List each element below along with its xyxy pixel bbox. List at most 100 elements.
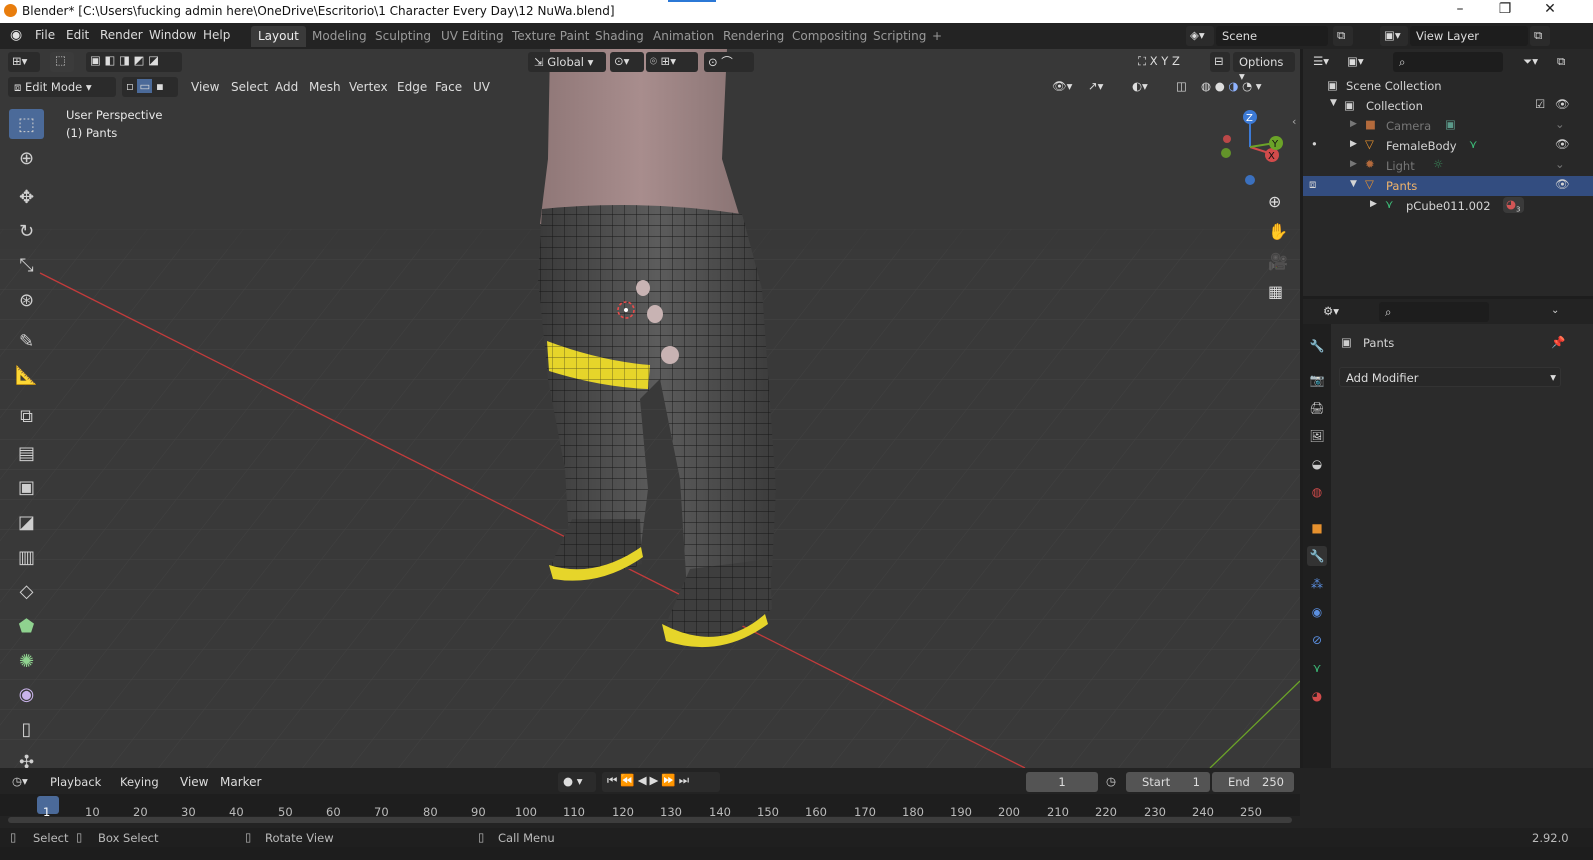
menu-uv[interactable]: UV <box>473 80 490 94</box>
record-icon[interactable]: ● ▾ <box>558 772 596 792</box>
timeline[interactable]: ◷▾ Playback ▾ Keying ▾ View Marker ● ▾ ⏮… <box>0 768 1300 828</box>
physics-tab-icon[interactable]: ◉ <box>1307 602 1327 622</box>
menu-add[interactable]: Add <box>275 80 298 94</box>
tab-compositing[interactable]: Compositing <box>785 26 874 47</box>
tab-modeling[interactable]: Modeling <box>305 26 374 47</box>
menu-edge[interactable]: Edge <box>397 80 427 94</box>
material-tab-icon[interactable]: ◕ <box>1307 686 1327 706</box>
tab-shading[interactable]: Shading <box>588 26 651 47</box>
playback-menu[interactable]: Playback ▾ <box>44 772 112 803</box>
visibility-icon[interactable]: 👁▾ <box>1048 77 1080 97</box>
start-frame-field[interactable]: Start 1 <box>1126 772 1210 792</box>
outliner-row-camera[interactable]: ▶ ■ Camera ▣ ⌄ <box>1303 116 1593 136</box>
knife-tool-icon[interactable]: ◇ <box>9 576 44 606</box>
new-scene-icon[interactable]: ⧉ <box>1333 26 1353 46</box>
outliner-row-light[interactable]: ▶ ✹ Light ☼ ⌄ <box>1303 156 1593 176</box>
new-collection-icon[interactable]: ⧉ <box>1553 52 1573 72</box>
poly-build-tool-icon[interactable]: ⬟ <box>9 611 44 641</box>
zoom-icon[interactable]: ⊕ <box>1268 192 1281 211</box>
select-mode-icon[interactable]: ⬚ <box>50 52 74 72</box>
properties-options-icon[interactable]: ⌄ <box>1551 305 1559 316</box>
playback-controls[interactable]: ⏮⏪◀▶⏩⏭ <box>602 772 720 792</box>
tab-rendering[interactable]: Rendering <box>716 26 791 47</box>
pan-hand-icon[interactable]: ✋ <box>1268 222 1288 241</box>
add-cube-tool-icon[interactable]: ⧉ <box>9 401 44 431</box>
expand-arrow-icon[interactable]: ▼ <box>1350 179 1357 189</box>
shading-mode-buttons[interactable]: ◍ ● ◑ ◔ ▾ <box>1197 77 1295 97</box>
timeline-view-menu[interactable]: View <box>180 775 208 789</box>
view-layer-field[interactable]: View Layer <box>1410 26 1528 46</box>
menu-select[interactable]: Select <box>231 80 268 94</box>
constraints-tab-icon[interactable]: ⊘ <box>1307 630 1327 650</box>
overlays-icon[interactable]: ◐▾ <box>1128 77 1168 97</box>
blender-menu-icon[interactable]: ◉ <box>10 27 22 43</box>
checkbox-icon[interactable]: ☑ <box>1535 97 1545 111</box>
bevel-tool-icon[interactable]: ◪ <box>9 507 44 537</box>
view-layer-selector-icon[interactable]: ▣▾ <box>1380 26 1408 46</box>
outliner-row-scene-collection[interactable]: ▣ Scene Collection <box>1303 76 1593 96</box>
select-mode-buttons[interactable]: ▫ ▭ ▪ <box>122 77 178 97</box>
scene-name-field[interactable]: Scene <box>1216 26 1328 46</box>
add-modifier-dropdown[interactable]: Add Modifier ▾ <box>1339 367 1561 387</box>
selection-mode-toggle[interactable]: ▣ ◧ ◨ ◩ ◪ <box>86 52 182 72</box>
smooth-tool-icon[interactable]: ◉ <box>9 679 44 709</box>
rotate-tool-icon[interactable]: ↻ <box>9 216 44 246</box>
eye-icon[interactable]: 👁 <box>1555 177 1570 191</box>
particles-tab-icon[interactable]: ⁂ <box>1307 574 1327 594</box>
pin-icon[interactable]: 📌 <box>1551 335 1565 349</box>
world-tab-icon[interactable]: ◍ <box>1307 482 1327 502</box>
tab-uv-editing[interactable]: UV Editing <box>434 26 511 47</box>
keying-menu[interactable]: Keying ▾ <box>114 772 170 803</box>
mirror-axis-toggles[interactable]: ⛶ X Y Z <box>1134 52 1206 72</box>
select-box-tool-icon[interactable]: ⬚ <box>9 109 44 139</box>
object-tab-icon[interactable]: ■ <box>1307 518 1327 538</box>
menu-face[interactable]: Face <box>435 80 462 94</box>
menu-window[interactable]: Window <box>149 28 196 42</box>
menu-render[interactable]: Render <box>100 28 143 42</box>
options-dropdown[interactable]: Options ▾ <box>1233 52 1295 83</box>
hidden-eye-icon[interactable]: ⌄ <box>1555 157 1565 171</box>
proportional-edit-icon[interactable]: ⊙ ⌒ <box>704 52 754 72</box>
scale-tool-icon[interactable]: ⤡ <box>9 250 44 280</box>
eye-icon[interactable]: 👁 <box>1555 97 1570 111</box>
gizmo-toggle-icon[interactable]: ↗▾ <box>1084 77 1120 97</box>
data-tab-icon[interactable]: ⋎ <box>1307 658 1327 678</box>
end-frame-field[interactable]: End 250 <box>1212 772 1294 792</box>
outliner-search-input[interactable]: ⌕ <box>1393 52 1503 72</box>
transform-orientation-dropdown[interactable]: ⇲ Global ▾ <box>528 52 606 72</box>
close-icon[interactable]: ✕ <box>1532 1 1568 17</box>
expand-arrow-icon[interactable]: ▶ <box>1350 139 1357 149</box>
hidden-eye-icon[interactable]: ⌄ <box>1555 117 1565 131</box>
timeline-editor-type-icon[interactable]: ◷▾ <box>8 772 40 792</box>
xray-icon[interactable]: ◫ <box>1172 77 1192 97</box>
annotate-tool-icon[interactable]: ✎ <box>9 326 44 356</box>
outliner-row-pants[interactable]: ⧈ ▼ ▽ Pants 👁 <box>1303 176 1593 196</box>
loop-cut-tool-icon[interactable]: ▥ <box>9 542 44 572</box>
camera-view-icon[interactable]: 🎥 <box>1268 252 1288 271</box>
move-tool-icon[interactable]: ✥ <box>9 182 44 212</box>
tool-tab-icon[interactable]: 🔧 <box>1307 336 1327 356</box>
tab-layout[interactable]: Layout <box>251 26 306 47</box>
outliner-row-pcube[interactable]: ▶ ⋎ pCube011.002 ◕3 <box>1303 196 1593 216</box>
output-tab-icon[interactable]: 🖨 <box>1307 398 1327 418</box>
menu-file[interactable]: File <box>35 28 55 42</box>
filter-icon[interactable]: ⏷▾ <box>1519 52 1549 72</box>
outliner-editor-type-icon[interactable]: ☰▾ <box>1309 52 1339 72</box>
perspective-toggle-icon[interactable]: ▦ <box>1268 282 1283 301</box>
add-workspace-button[interactable]: + <box>925 26 949 47</box>
sidebar-toggle-icon[interactable]: ‹ <box>1292 115 1296 128</box>
editor-type-icon[interactable]: ⊞▾ <box>8 52 40 72</box>
modifier-tab-icon[interactable]: 🔧 <box>1307 546 1327 566</box>
new-view-layer-icon[interactable]: ⧉ <box>1530 26 1550 46</box>
restore-icon[interactable]: ❐ <box>1487 1 1523 17</box>
tab-sculpting[interactable]: Sculpting <box>368 26 438 47</box>
render-tab-icon[interactable]: 📷 <box>1307 370 1327 390</box>
shrink-fatten-tool-icon[interactable]: ✣ <box>9 747 44 769</box>
inset-tool-icon[interactable]: ▣ <box>9 472 44 502</box>
minimize-icon[interactable]: – <box>1442 1 1478 17</box>
menu-help[interactable]: Help <box>203 28 230 42</box>
measure-tool-icon[interactable]: 📐 <box>9 360 44 390</box>
current-frame-field[interactable]: 1 <box>1026 772 1098 792</box>
scene-tab-icon[interactable]: ◒ <box>1307 454 1327 474</box>
preview-range-icon[interactable]: ◷ <box>1106 774 1116 788</box>
